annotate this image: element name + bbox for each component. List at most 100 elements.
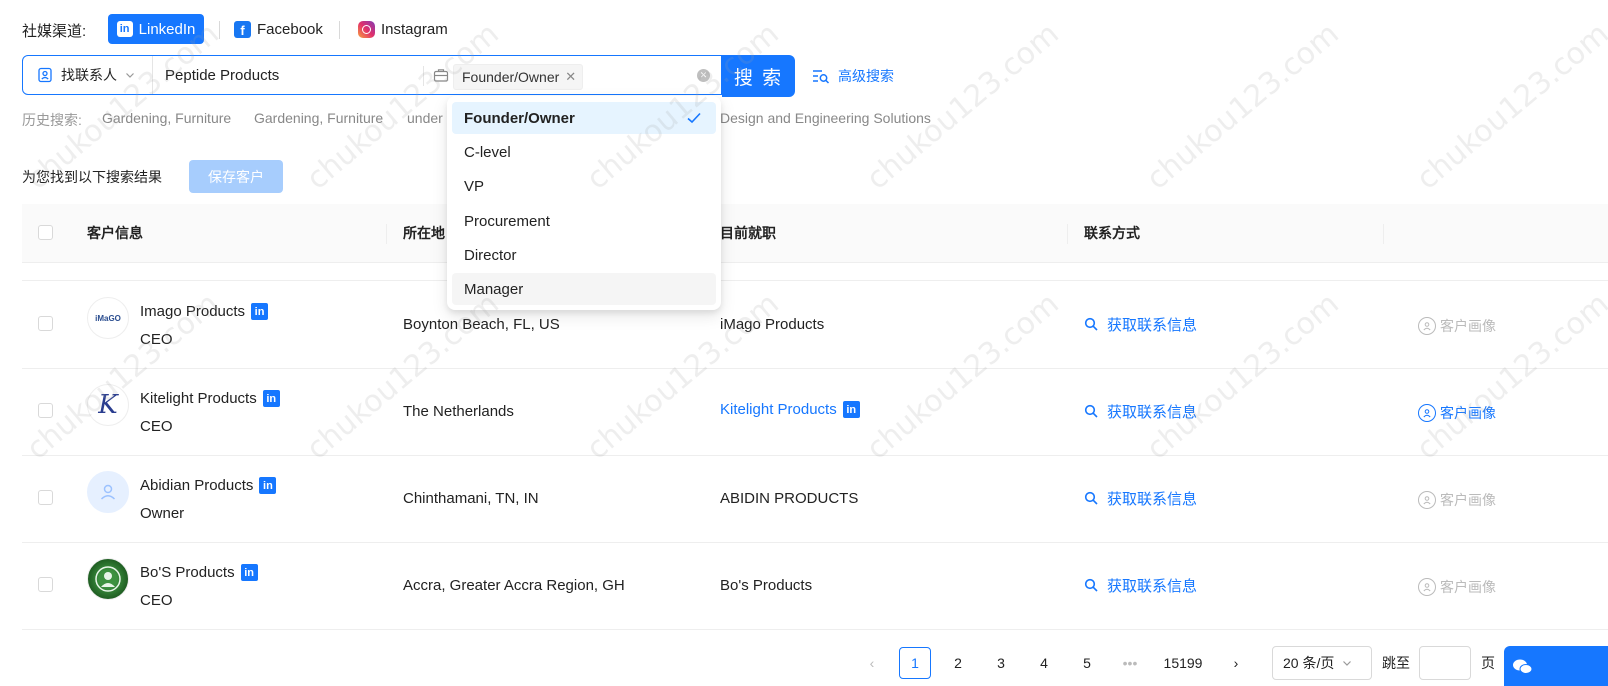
save-customer-button[interactable]: 保存客户 [189, 160, 283, 193]
get-contact-label: 获取联系信息 [1107, 491, 1198, 508]
linkedin-icon[interactable]: in [262, 390, 280, 407]
dropdown-option[interactable]: Founder/Owner [452, 102, 716, 134]
page-size-select[interactable]: 20 条/页 [1272, 646, 1372, 680]
row-checkbox[interactable] [38, 316, 53, 331]
linkedin-icon[interactable]: in [240, 564, 258, 581]
company-link[interactable]: Kitelight Products in [720, 401, 860, 418]
dropdown-option[interactable]: C-level [452, 136, 716, 168]
dropdown-option[interactable]: Director [452, 239, 716, 271]
advanced-search-label: 高级搜索 [838, 68, 894, 84]
company: Bo's Products [720, 577, 813, 594]
select-all-checkbox[interactable] [38, 225, 53, 240]
customer-name-text: Imago Products [140, 303, 246, 320]
location: Boynton Beach, FL, US [403, 316, 560, 333]
dropdown-option[interactable]: VP [452, 170, 716, 202]
advanced-search-link[interactable]: 高级搜索 [812, 66, 894, 86]
history-label: 历史搜索: [22, 112, 82, 128]
chat-widget-button[interactable] [1504, 646, 1608, 686]
customer-portrait-button[interactable]: 客户画像 [1418, 490, 1496, 510]
company-name: Kitelight Products [720, 401, 837, 418]
row-checkbox[interactable] [38, 490, 53, 505]
get-contact-button[interactable]: 获取联系信息 [1084, 314, 1197, 335]
search-type-label: 找联系人 [61, 67, 117, 83]
get-contact-button[interactable]: 获取联系信息 [1084, 575, 1197, 596]
customer-portrait-label: 客户画像 [1440, 405, 1496, 421]
keyword-input[interactable]: Peptide Products [165, 56, 279, 94]
table-header: 客户信息 所在地 目前就职 联系方式 [22, 204, 1608, 263]
get-contact-button[interactable]: 获取联系信息 [1084, 488, 1197, 509]
search-button[interactable]: 搜 索 [722, 55, 795, 97]
table-row: Abidian Products in Owner Chinthamani, T… [22, 455, 1608, 543]
customer-portrait-button[interactable]: 客户画像 [1418, 403, 1496, 423]
page-ellipsis[interactable]: ••• [1116, 647, 1144, 679]
search-icon [1084, 578, 1098, 592]
logo-image [95, 566, 121, 592]
history-item[interactable]: Gardening, Furniture [254, 110, 383, 126]
avatar-logo-text: K [98, 390, 118, 420]
page-button[interactable]: 15199 [1158, 647, 1208, 679]
linkedin-icon: in [116, 21, 133, 37]
row-checkbox[interactable] [38, 403, 53, 418]
table-row: K Kitelight Products in CEO The Netherla… [22, 368, 1608, 456]
divider [339, 21, 340, 39]
customer-portrait-label: 客户画像 [1440, 579, 1496, 595]
social-channel-label: 社媒渠道: [22, 23, 87, 40]
close-icon[interactable]: ✕ [565, 69, 576, 85]
column-header: 目前就职 [720, 225, 776, 241]
check-icon [687, 112, 701, 124]
avatar[interactable] [87, 471, 129, 513]
avatar[interactable]: K [87, 384, 129, 426]
chevron-down-icon [1343, 661, 1352, 666]
instagram-icon [358, 20, 375, 38]
history-item[interactable]: under [407, 110, 443, 126]
customer-name-text: Abidian Products [140, 477, 254, 494]
search-bar: 找联系人 Peptide Products Founder/Owner ✕ ✕ [22, 55, 722, 95]
next-page-icon[interactable]: › [1224, 647, 1248, 679]
get-contact-button[interactable]: 获取联系信息 [1084, 401, 1197, 422]
page-button[interactable]: 5 [1073, 647, 1101, 679]
column-header: 所在地 [403, 225, 445, 241]
position-tag[interactable]: Founder/Owner ✕ [453, 64, 584, 90]
jump-input[interactable] [1419, 646, 1471, 680]
chat-icon [1513, 659, 1533, 674]
filter-search-icon [813, 70, 830, 84]
page-button[interactable]: 2 [944, 647, 972, 679]
avatar[interactable] [87, 558, 129, 600]
tab-instagram[interactable]: Instagram [358, 14, 448, 44]
customer-name[interactable]: Imago Products in [140, 303, 269, 320]
customer-title: CEO [140, 331, 173, 348]
history-item[interactable]: Gardening, Furniture [102, 110, 231, 126]
prev-page-icon[interactable]: ‹ [860, 647, 884, 679]
customer-name-text: Kitelight Products [140, 390, 257, 407]
avatar-logo-text: iMaGO [95, 313, 121, 323]
chevron-down-icon [126, 73, 134, 78]
customer-name[interactable]: Kitelight Products in [140, 390, 280, 407]
tab-linkedin-label: LinkedIn [138, 20, 196, 38]
linkedin-icon[interactable]: in [259, 477, 277, 494]
page-button[interactable]: 3 [987, 647, 1015, 679]
position-dropdown: Founder/Owner C-level VP Procurement Dir… [447, 96, 721, 310]
customer-portrait-button[interactable]: 客户画像 [1418, 316, 1496, 336]
search-icon [1084, 317, 1098, 331]
page-button[interactable]: 1 [899, 647, 931, 679]
avatar[interactable]: iMaGO [87, 297, 129, 339]
tab-linkedin[interactable]: in LinkedIn [108, 14, 204, 44]
linkedin-icon[interactable]: in [251, 303, 269, 320]
clear-icon[interactable]: ✕ [697, 69, 710, 82]
search-type-select[interactable]: 找联系人 [23, 56, 153, 94]
dropdown-option[interactable]: Manager [452, 273, 716, 305]
dropdown-option[interactable]: Procurement [452, 205, 716, 237]
customer-title: Owner [140, 505, 185, 522]
row-checkbox[interactable] [38, 577, 53, 592]
linkedin-icon[interactable]: in [842, 401, 860, 418]
user-circle-icon [1418, 491, 1436, 509]
column-divider [1067, 224, 1068, 244]
customer-name[interactable]: Abidian Products in [140, 477, 277, 494]
page-button[interactable]: 4 [1030, 647, 1058, 679]
customer-name[interactable]: Bo'S Products in [140, 564, 258, 581]
tab-facebook[interactable]: f Facebook [234, 14, 323, 44]
customer-portrait-button[interactable]: 客户画像 [1418, 577, 1496, 597]
history-item[interactable]: Design and Engineering Solutions [720, 110, 931, 126]
get-contact-label: 获取联系信息 [1107, 317, 1198, 334]
table-row: iMaGO Imago Products in CEO Boynton Beac… [22, 281, 1608, 369]
